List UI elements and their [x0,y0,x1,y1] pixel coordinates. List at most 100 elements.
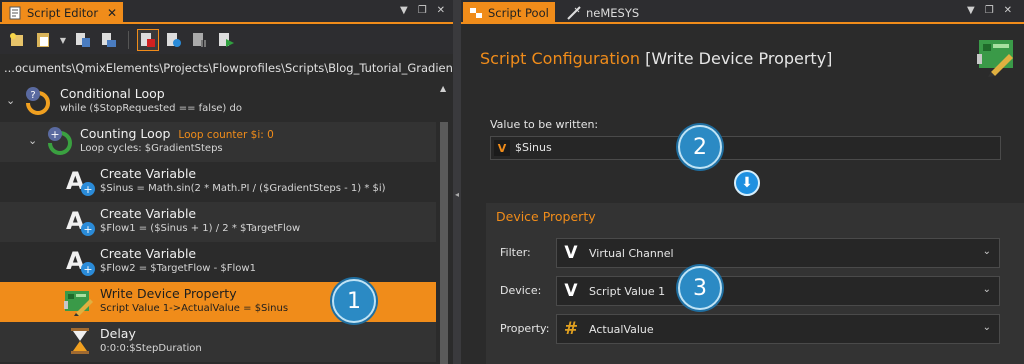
node-subtitle: $Sinus = Math.sin(2 * Math.PI / ($Gradie… [100,183,386,194]
conditional-loop-icon: ? [26,87,50,115]
device-row: Device: V Script Value 1 ⌄ [486,276,1024,306]
toolbar-separator [128,31,129,49]
tab-label: Script Pool [488,6,549,20]
virtual-channel-icon: V [564,243,578,263]
svg-text:?: ? [30,90,35,101]
save-button[interactable] [98,29,120,51]
chevron-down-icon: ▼ [59,35,67,45]
node-title: Counting Loop [80,126,171,141]
close-icon[interactable]: ✕ [107,6,117,20]
save-icon [102,33,116,47]
tab-label: neMESYS [586,6,640,20]
config-title-prefix: Script Configuration [480,49,640,68]
tree-node-delay[interactable]: Delay 0:0:0:$StepDuration [0,322,436,362]
new-script-icon [10,33,23,46]
float-window-icon[interactable]: ❐ [418,5,427,16]
value-text: $Sinus [515,141,552,154]
node-subtitle: $Flow1 = ($Sinus + 1) / 2 * $TargetFlow [100,223,301,234]
property-value: ActualValue [589,323,654,336]
write-device-property-icon [64,291,93,316]
node-title: Delay [100,326,136,341]
pane-splitter[interactable]: ◂ [453,0,461,364]
node-subtitle: Script Value 1->ActualValue = $Sinus [100,303,289,314]
play-button[interactable] [215,29,237,51]
tree-node-conditional-loop[interactable]: ⌄ ? Conditional Loop while ($StopRequest… [0,82,436,122]
dropdown-icon[interactable]: ▼ [967,5,975,16]
script-editor-pane: Script Editor ✕ ▼ ❐ ✕ ▼ ...ocuments\Qmix… [0,0,453,364]
create-variable-icon: A + [66,207,95,236]
tree-node-create-variable[interactable]: A + Create Variable $Flow2 = $TargetFlow… [0,242,436,282]
value-input[interactable]: V $Sinus [490,136,1001,160]
tree-node-counting-loop[interactable]: ⌄ + Counting Loop Loop counter $i: 0 Loop… [0,122,436,162]
chevron-down-icon[interactable]: ⌄ [6,94,15,107]
chevron-down-icon[interactable]: ⌄ [28,134,37,147]
config-title: Script Configuration [Write Device Prope… [480,49,832,68]
device-value: Script Value 1 [589,285,666,298]
tree-node-create-variable[interactable]: A + Create Variable $Sinus = Math.sin(2 … [0,162,436,202]
filter-row: Filter: V Virtual Channel ⌄ [486,238,1024,268]
chevron-down-icon[interactable]: ⌄ [983,246,991,257]
compile-button[interactable] [72,29,94,51]
chevron-down-icon[interactable]: ⌄ [983,284,991,295]
node-subtitle: while ($StopRequested == false) do [60,103,242,114]
node-title: Create Variable [100,166,197,181]
play-icon [219,33,234,47]
write-device-property-icon [977,40,1013,77]
callout-badge-2: 2 [678,125,722,169]
config-title-name: [Write Device Property] [645,49,833,68]
counting-loop-icon: + [48,127,72,155]
property-label: Property: [500,322,550,335]
svg-text:+: + [83,183,92,196]
node-title: Create Variable [100,206,197,221]
create-variable-icon: A + [66,247,95,276]
svg-text:+: + [83,223,92,236]
compile-icon [76,33,90,47]
step-icon [167,33,181,47]
dropdown-icon[interactable]: ▼ [400,5,408,16]
numeric-property-icon: # [563,319,579,339]
scrollbar-thumb[interactable] [440,122,448,364]
tree-node-create-variable[interactable]: A + Create Variable $Flow1 = ($Sinus + 1… [0,202,436,242]
tree-scrollbar[interactable]: ▲ [438,82,450,364]
property-select[interactable]: # ActualValue ⌄ [556,314,1000,344]
filter-value: Virtual Channel [589,247,674,260]
node-subtitle: Loop cycles: $GradientSteps [80,143,223,154]
splitter-grip-icon[interactable]: ◂ [455,190,459,199]
tab-label: Script Editor [27,6,99,20]
close-pane-icon[interactable]: ✕ [1004,5,1012,16]
device-label: Device: [500,284,542,297]
tab-nemesys[interactable]: neMESYS [561,2,645,24]
filter-label: Filter: [500,246,531,259]
paste-dropdown-button[interactable]: ▼ [58,29,68,51]
new-script-button[interactable] [6,29,28,51]
pause-button[interactable] [189,29,211,51]
node-title: Conditional Loop [60,86,165,101]
step-button[interactable] [163,29,185,51]
chevron-down-icon[interactable]: ⌄ [983,322,991,333]
loop-counter: Loop counter $i: 0 [178,129,274,141]
script-pool-icon [470,8,482,18]
device-property-title: Device Property [496,209,596,224]
filter-select[interactable]: V Virtual Channel ⌄ [556,238,1000,268]
tab-script-editor[interactable]: Script Editor ✕ [2,2,124,24]
window-buttons: ▼ ❐ ✕ [967,5,1012,16]
tab-script-pool[interactable]: Script Pool [463,2,555,24]
left-tabstrip: Script Editor ✕ ▼ ❐ ✕ [0,0,453,24]
node-title: Create Variable [100,246,197,261]
device-select[interactable]: V Script Value 1 ⌄ [556,276,1000,306]
device-property-panel: Device Property Filter: V Virtual Channe… [486,203,1024,364]
paste-button[interactable] [32,29,54,51]
close-pane-icon[interactable]: ✕ [437,5,445,16]
virtual-channel-icon: V [564,281,578,301]
float-window-icon[interactable]: ❐ [985,5,994,16]
value-label: Value to be written: [490,118,599,131]
node-subtitle: $Flow2 = $TargetFlow - $Flow1 [100,263,256,274]
property-row: Property: # ActualValue ⌄ [486,314,1024,344]
window-buttons: ▼ ❐ ✕ [400,5,445,16]
node-title-row: Counting Loop Loop counter $i: 0 [80,126,274,141]
pause-icon [193,33,206,47]
paste-icon [37,33,49,47]
scroll-up-icon[interactable]: ▲ [440,84,446,93]
script-editor-icon [9,6,21,20]
run-button[interactable] [137,29,159,51]
